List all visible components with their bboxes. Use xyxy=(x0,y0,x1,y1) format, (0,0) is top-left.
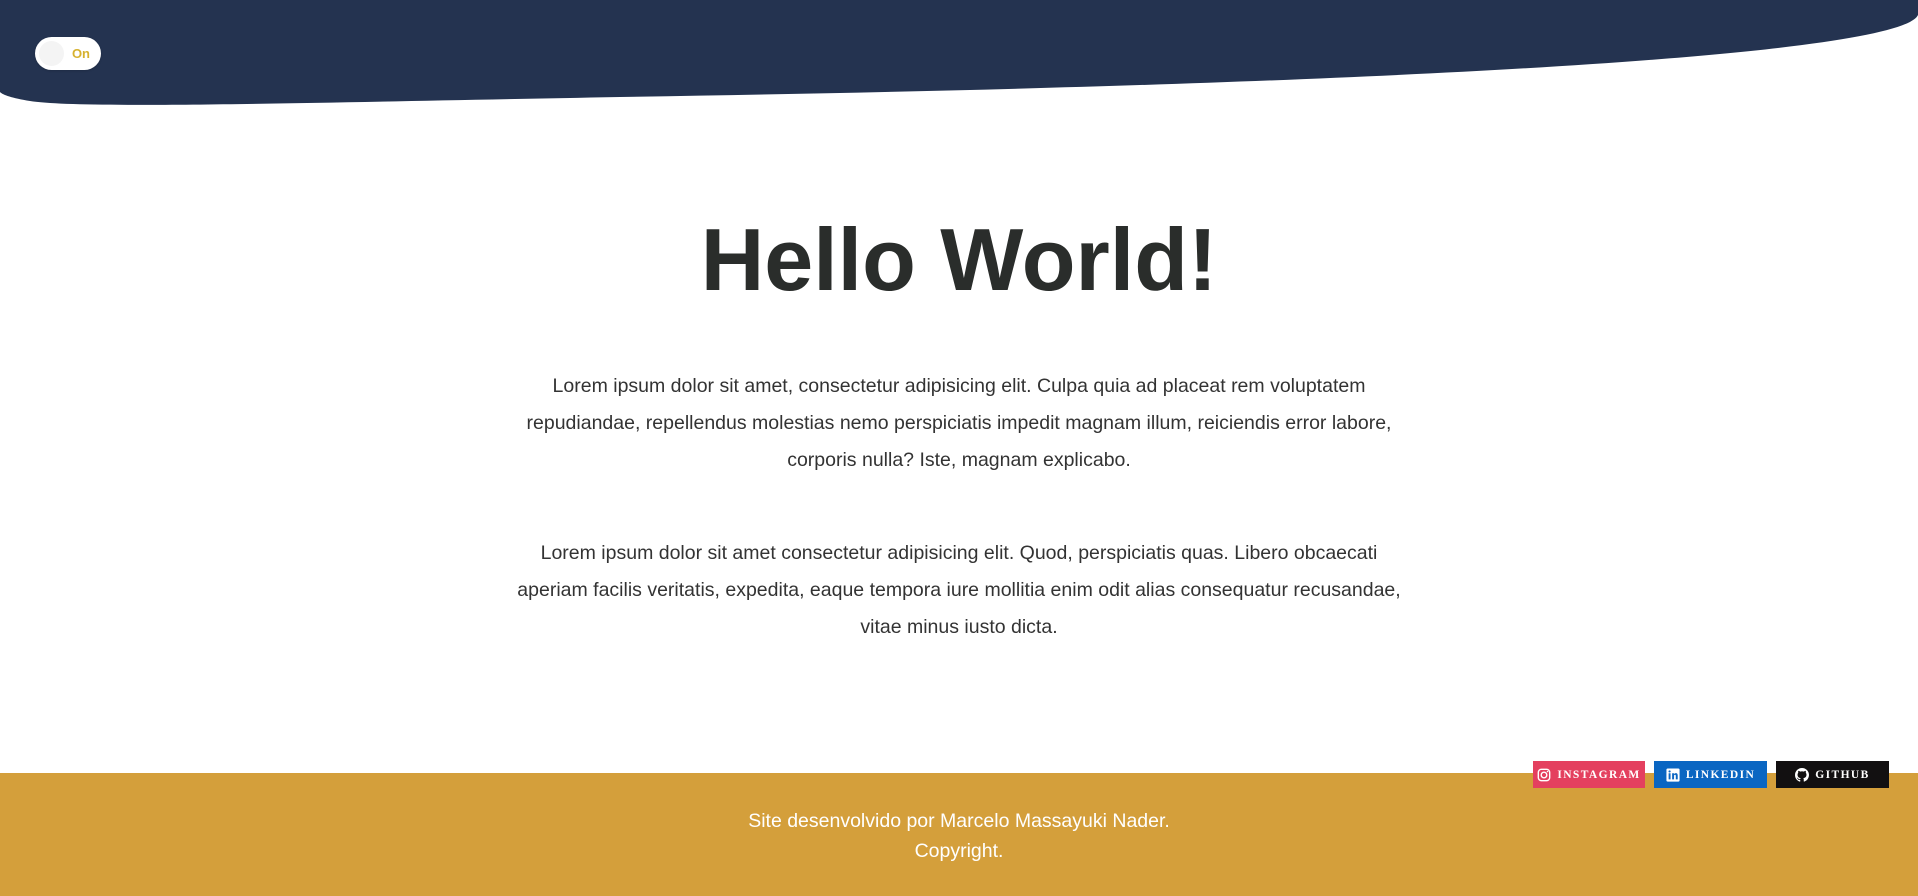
instagram-icon xyxy=(1537,768,1551,782)
instagram-label: Instagram xyxy=(1557,768,1641,781)
toggle-knob xyxy=(39,41,64,66)
linkedin-icon xyxy=(1666,767,1680,782)
linkedin-label: LinkedIn xyxy=(1685,768,1756,781)
github-label: GitHub xyxy=(1815,768,1870,781)
github-button[interactable]: GitHub xyxy=(1776,761,1889,788)
github-icon xyxy=(1795,767,1810,782)
header-wave xyxy=(0,0,1918,105)
theme-toggle[interactable]: On xyxy=(35,37,101,70)
footer-copyright: Copyright. xyxy=(914,840,1004,862)
footer-credit: Site desenvolvido por Marcelo Massayuki … xyxy=(748,810,1170,832)
instagram-button[interactable]: Instagram xyxy=(1533,761,1645,788)
page-title: Hello World! xyxy=(700,210,1218,309)
linkedin-button[interactable]: LinkedIn xyxy=(1654,761,1767,788)
second-paragraph: Lorem ipsum dolor sit amet consectetur a… xyxy=(517,542,1401,638)
toggle-label: On xyxy=(71,46,90,61)
social-links: Instagram LinkedIn GitHub xyxy=(1533,761,1889,788)
site-footer: Site desenvolvido por Marcelo Massayuki … xyxy=(0,773,1918,896)
intro-paragraph: Lorem ipsum dolor sit amet, consectetur … xyxy=(526,375,1392,471)
